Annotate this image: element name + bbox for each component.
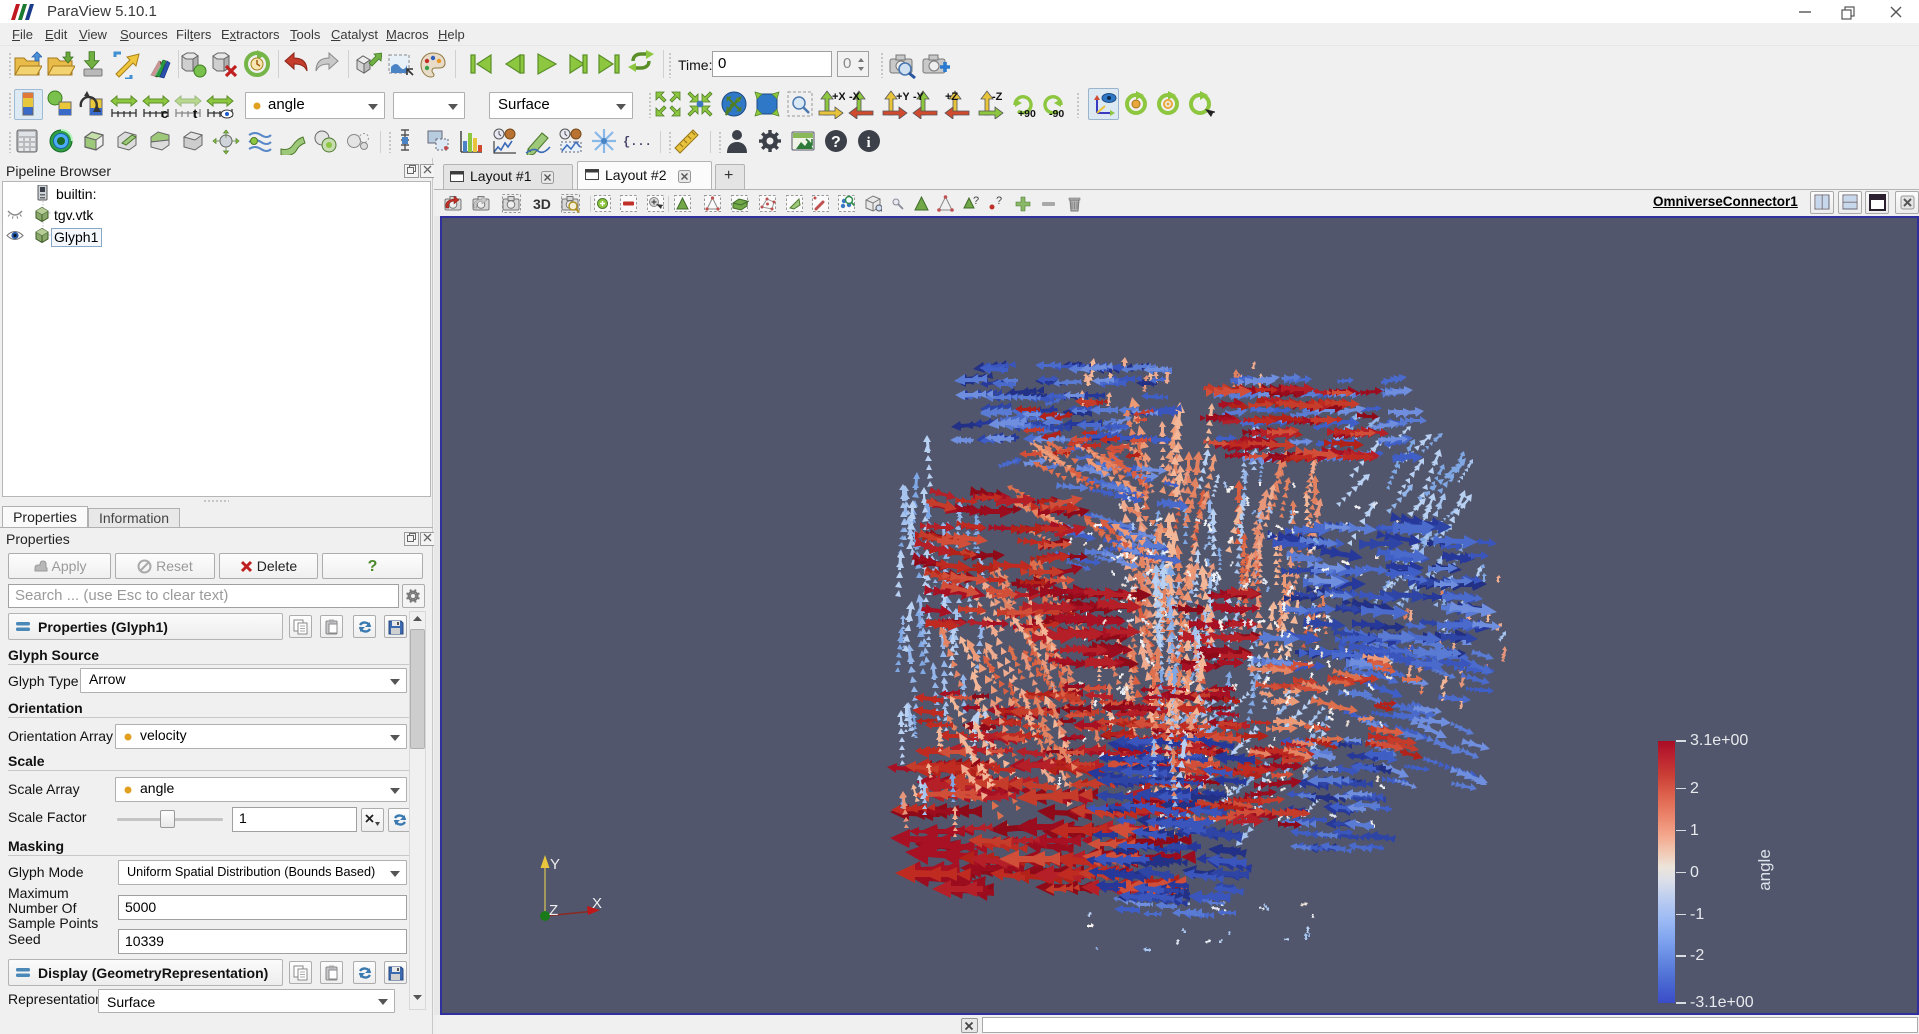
svg-text:+X: +X [832,91,845,103]
svg-text:c: c [161,106,168,119]
svg-text:?: ? [973,195,979,207]
svg-text:-X: -X [849,91,861,103]
svg-text:Y: Y [550,856,560,873]
svg-text:i: i [867,135,871,151]
svg-text:-Z: -Z [992,91,1003,103]
svg-text:{...}: {...} [623,135,651,149]
svg-text:-Y: -Y [913,91,925,103]
svg-text:+90: +90 [1018,108,1036,119]
svg-text:Z: Z [549,902,558,919]
svg-text:t: t [193,106,198,119]
svg-text:-90: -90 [1049,108,1064,119]
svg-text:?: ? [831,134,841,151]
svg-text:+Z: +Z [945,91,958,103]
svg-text:3D: 3D [533,196,551,212]
svg-text:X: X [592,895,602,912]
svg-text:+Y: +Y [896,91,909,103]
svg-text:?: ? [996,195,1002,207]
